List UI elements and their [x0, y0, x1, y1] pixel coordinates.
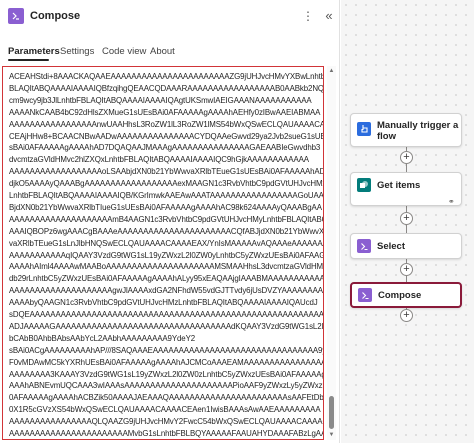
flow-node-get-items[interactable]: Get items	[350, 172, 462, 206]
active-tab-indicator	[8, 59, 49, 61]
data-operation-icon	[357, 239, 371, 253]
hand-trigger-icon	[357, 122, 371, 136]
more-options-button[interactable]: ⋮	[302, 9, 314, 25]
add-step-button[interactable]: +	[400, 212, 413, 225]
tab-code-view[interactable]: Code view	[102, 46, 146, 57]
compose-action-icon	[8, 8, 24, 24]
add-step-button[interactable]: +	[400, 151, 413, 164]
tab-about[interactable]: About	[150, 46, 175, 57]
panel-title: Compose	[30, 10, 81, 22]
tab-settings[interactable]: Settings	[60, 46, 94, 57]
tab-parameters[interactable]: Parameters	[8, 46, 60, 57]
flow-node-select[interactable]: Select	[350, 233, 462, 259]
panel-tabs: Parameters Settings Code view About	[0, 42, 340, 62]
scrollbar-thumb[interactable]	[329, 396, 334, 429]
scrollbar-track[interactable]	[327, 66, 336, 440]
collapse-panel-button[interactable]: «	[322, 9, 336, 25]
flow-node-compose[interactable]: Compose	[350, 282, 462, 308]
inputs-textarea[interactable]: ACEAHStdi+8AAACKAQAAEAAAAAAAAAAAAAAAAAAA…	[2, 66, 324, 440]
node-label: Manually trigger a flow	[377, 120, 459, 142]
scroll-up-icon[interactable]: ▲	[328, 68, 335, 74]
link-icon: ⚭	[448, 197, 455, 206]
add-step-button[interactable]: +	[400, 263, 413, 276]
scroll-down-icon[interactable]: ▼	[328, 432, 335, 438]
panel-header: Compose	[0, 0, 340, 34]
node-label: Select	[377, 241, 405, 252]
node-label: Compose	[378, 290, 422, 301]
flow-node-manual-trigger[interactable]: Manually trigger a flow	[350, 113, 462, 147]
node-label: Get items	[377, 180, 421, 191]
sharepoint-icon	[357, 178, 371, 192]
code-line: AAAAAAAAAAAAAAAAAAAAAAAMvbG1sLnhtbFBLBQY…	[9, 429, 324, 438]
properties-panel: Compose ⋮ « Parameters Settings Code vie…	[0, 0, 340, 443]
add-step-button[interactable]: +	[400, 309, 413, 322]
data-operation-icon	[358, 288, 372, 302]
